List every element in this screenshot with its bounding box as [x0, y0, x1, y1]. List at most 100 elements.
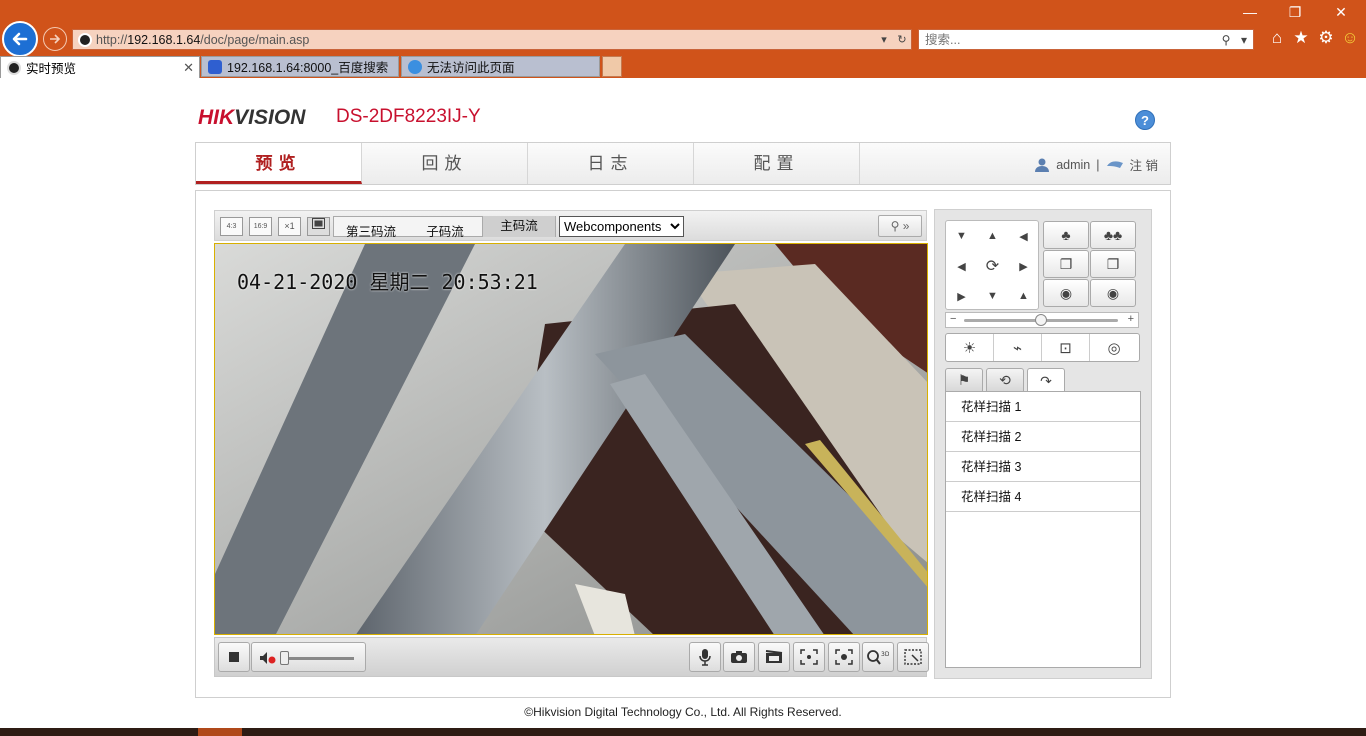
close-window-button[interactable]: ✕: [1326, 4, 1356, 21]
tab-preset[interactable]: ⚑: [945, 368, 983, 391]
volume-track[interactable]: [286, 657, 354, 660]
refresh-icon[interactable]: ↻: [893, 33, 911, 46]
arrow-down-left-icon: ▶: [957, 290, 966, 303]
capture-button[interactable]: [723, 642, 755, 672]
list-item[interactable]: 花样扫描 3: [946, 452, 1140, 482]
list-item[interactable]: 花样扫描 1: [946, 392, 1140, 422]
ie-logo-icon: [408, 59, 422, 74]
new-tab-button[interactable]: [602, 56, 622, 77]
plus-icon[interactable]: +: [1128, 313, 1134, 325]
zoom-in-button[interactable]: ♣: [1043, 221, 1089, 249]
arrow-down-icon: ▼: [987, 290, 998, 302]
arrow-left-icon: [12, 32, 28, 46]
arrow-up-right-icon: ◀: [1019, 230, 1028, 243]
smiley-feedback-icon[interactable]: ☺: [1339, 28, 1361, 48]
3d-positioning-button[interactable]: 3D: [862, 642, 894, 672]
user-area: admin | 注 销: [1034, 155, 1158, 174]
ptz-auto-button[interactable]: ⟳: [977, 251, 1008, 281]
user-icon: [1035, 158, 1050, 172]
address-bar[interactable]: http://192.168.1.64/doc/page/main.asp ▾ …: [72, 29, 912, 50]
ptz-up-left-button[interactable]: ▼: [946, 221, 977, 251]
lens-init-button[interactable]: ◎: [1090, 334, 1138, 361]
plugin-select[interactable]: Webcomponents: [559, 216, 684, 237]
copyright-footer: ©Hikvision Digital Technology Co., Ltd. …: [524, 705, 842, 719]
arrow-up-left-icon: ▼: [956, 230, 967, 242]
help-button[interactable]: ?: [1135, 110, 1155, 130]
baidu-paw-icon: [208, 59, 222, 74]
auto-rotate-icon: ⟳: [985, 258, 1000, 275]
ptz-down-button[interactable]: ▼: [977, 281, 1008, 311]
intercom-button[interactable]: [689, 642, 721, 672]
wiper-button[interactable]: ⌁: [994, 334, 1042, 361]
live-video[interactable]: 04-21-2020 星期二 20:53:21: [214, 243, 928, 635]
stop-preview-button[interactable]: [218, 642, 250, 672]
iris-close-button[interactable]: ◉: [1090, 279, 1136, 307]
tab-cannot-reach[interactable]: 无法访问此页面: [401, 56, 600, 77]
minimize-button[interactable]: —: [1235, 4, 1265, 20]
list-item[interactable]: 花样扫描 4: [946, 482, 1140, 512]
ptz-down-right-button[interactable]: ▲: [1008, 281, 1039, 311]
camera-frame-image: [215, 244, 927, 634]
tab-patrol[interactable]: ⟲: [986, 368, 1024, 391]
microphone-icon: [699, 649, 711, 666]
list-item[interactable]: 花样扫描 2: [946, 422, 1140, 452]
record-button[interactable]: [758, 642, 790, 672]
forward-button[interactable]: [43, 27, 67, 51]
search-input[interactable]: [925, 32, 1217, 47]
ptz-panel: ▼ ▲ ◀ ◀ ⟳ ▶ ▶ ▼ ▲ ♣ ♣♣ ❐ ❐ ◉ ◉ − + ☀ ⌁ ⊡…: [934, 209, 1152, 679]
nav-tab-preview[interactable]: 预览: [196, 143, 362, 184]
ptz-right-button[interactable]: ▶: [1008, 251, 1039, 281]
focus-far-button[interactable]: ❐: [1090, 250, 1136, 278]
expand-ptz-button[interactable]: ⚲ »: [878, 215, 922, 237]
tab-baidu-search[interactable]: 192.168.1.64:8000_百度搜索: [201, 56, 399, 77]
light-button[interactable]: ☀: [946, 334, 994, 361]
favorites-star-icon[interactable]: ★: [1290, 28, 1312, 48]
back-button[interactable]: [2, 21, 38, 57]
restore-button[interactable]: ❐: [1280, 4, 1310, 21]
mute-speaker-icon[interactable]: [259, 651, 277, 665]
tab-live-preview[interactable]: 实时预览 ✕: [0, 56, 200, 78]
logout-icon: [1106, 160, 1123, 168]
preset-flag-icon: ⚑: [957, 371, 971, 388]
nav-tab-playback[interactable]: 回放: [362, 143, 528, 184]
taskbar-app[interactable]: [198, 728, 242, 736]
ptz-down-left-button[interactable]: ▶: [946, 281, 977, 311]
ratio-4-3-button[interactable]: 4:3: [220, 217, 243, 236]
stream-sub[interactable]: 子码流: [408, 222, 482, 243]
ptz-left-button[interactable]: ◀: [946, 251, 977, 281]
search-box[interactable]: ⚲ ▾: [918, 29, 1254, 50]
ratio-original-button[interactable]: ×1: [278, 217, 301, 236]
ptz-up-button[interactable]: ▲: [977, 221, 1008, 251]
iris-open-button[interactable]: ◉: [1043, 279, 1089, 307]
settings-gear-icon[interactable]: ⚙: [1315, 28, 1337, 48]
home-icon[interactable]: ⌂: [1266, 28, 1288, 48]
dropdown-arrow-icon[interactable]: ▾: [875, 33, 893, 46]
minus-icon[interactable]: −: [950, 313, 956, 325]
speed-slider-handle[interactable]: [1035, 314, 1047, 326]
arrow-up-icon: ▲: [987, 230, 998, 242]
tab-strip: 实时预览 ✕ 192.168.1.64:8000_百度搜索 无法访问此页面: [0, 56, 1366, 78]
focus-small-icon: ❐: [1059, 255, 1073, 272]
zoom-out-button[interactable]: ♣♣: [1090, 221, 1136, 249]
stream-main[interactable]: 主码流: [482, 216, 556, 237]
address-url[interactable]: http://192.168.1.64/doc/page/main.asp: [96, 33, 875, 47]
one-touch-focus-button[interactable]: ⊡: [1042, 334, 1090, 361]
auto-fill-button[interactable]: [307, 217, 330, 236]
regional-exposure-button[interactable]: [828, 642, 860, 672]
arrow-down-right-icon: ▲: [1018, 290, 1029, 302]
close-tab-icon[interactable]: ✕: [183, 60, 194, 76]
regional-focus-button[interactable]: [897, 642, 929, 672]
lens-init-icon: ◎: [1107, 339, 1121, 357]
volume-slider-handle[interactable]: [280, 651, 289, 665]
nav-tab-log[interactable]: 日志: [528, 143, 694, 184]
focus-near-button[interactable]: ❐: [1043, 250, 1089, 278]
ptz-up-right-button[interactable]: ◀: [1008, 221, 1039, 251]
nav-tab-config[interactable]: 配置: [694, 143, 860, 184]
logout-link[interactable]: 注 销: [1130, 155, 1158, 174]
digital-zoom-button[interactable]: [793, 642, 825, 672]
ratio-16-9-button[interactable]: 16:9: [249, 217, 272, 236]
search-dropdown-icon[interactable]: ▾: [1235, 33, 1253, 47]
tab-pattern[interactable]: ↷: [1027, 368, 1065, 393]
search-icon[interactable]: ⚲: [1217, 33, 1235, 47]
stream-third[interactable]: 第三码流: [334, 222, 408, 243]
